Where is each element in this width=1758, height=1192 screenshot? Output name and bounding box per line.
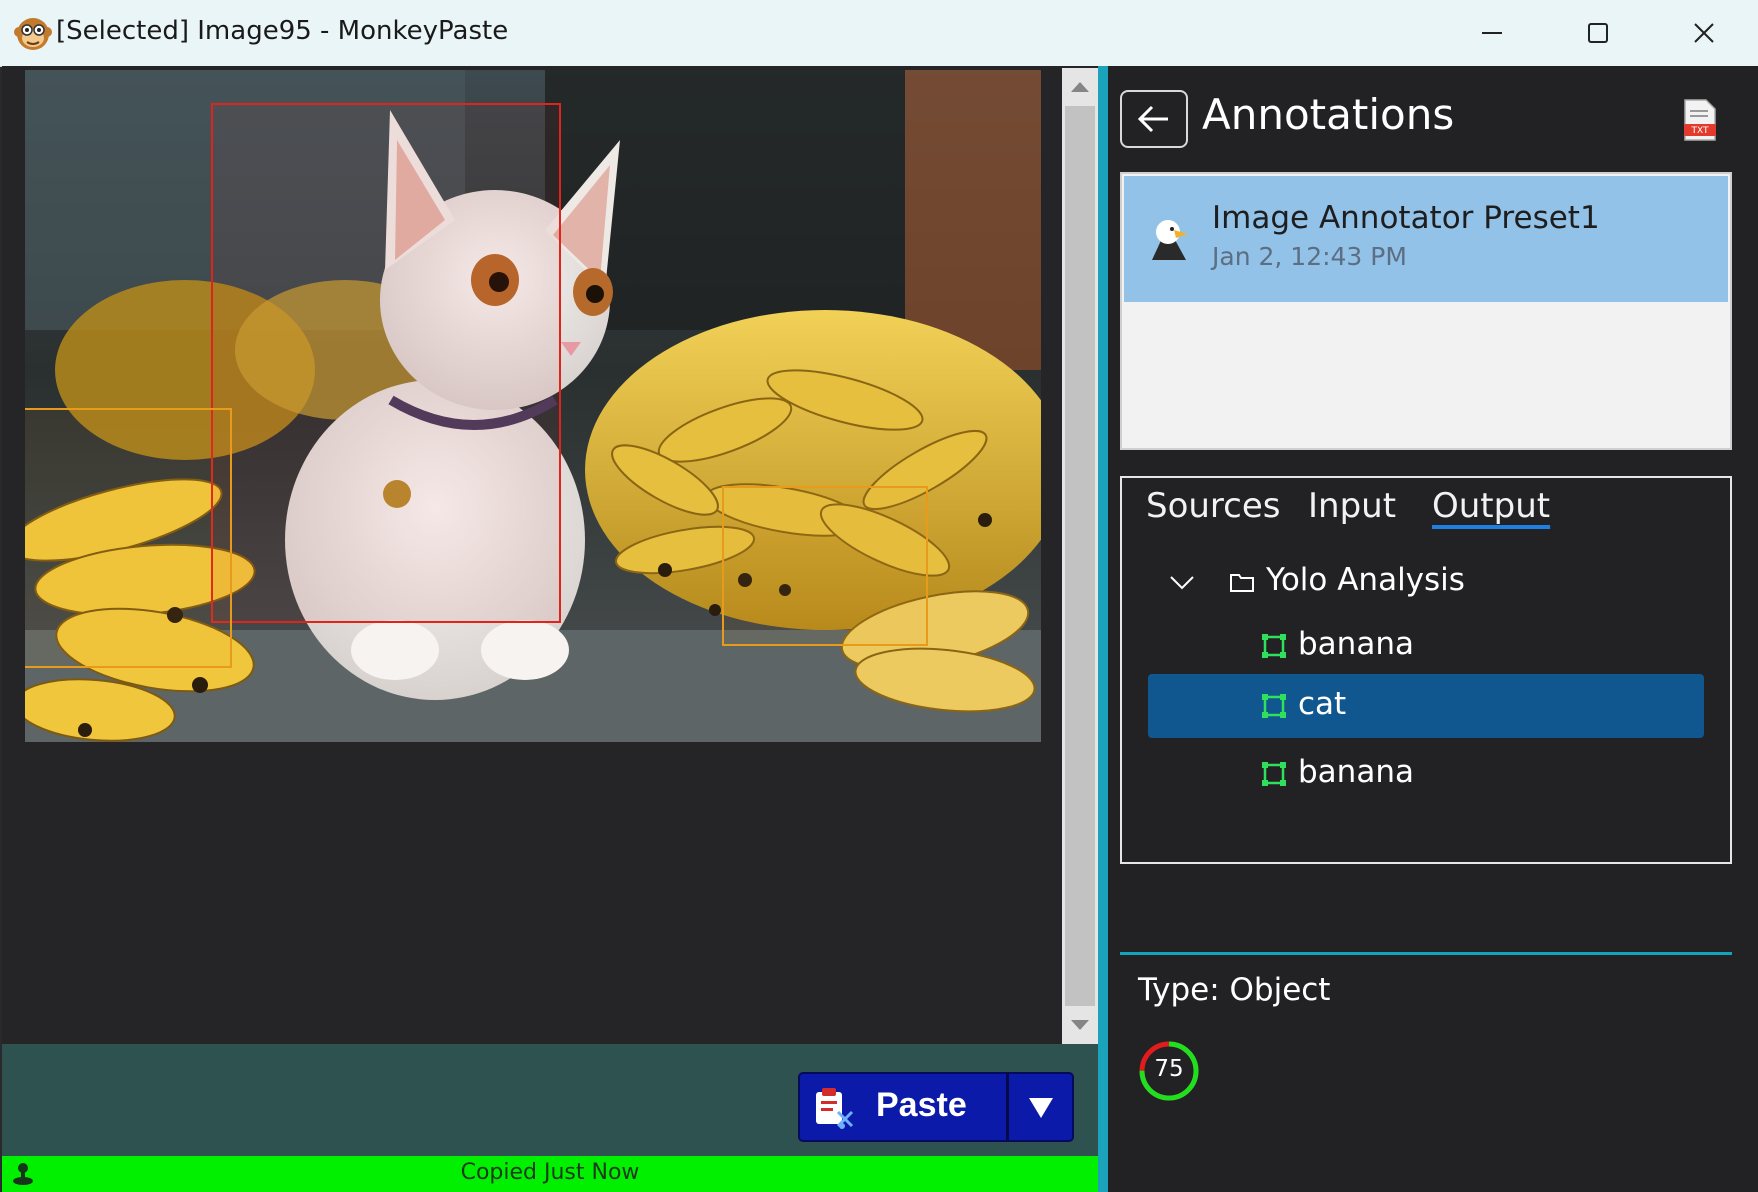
annotation-type: Type: Object bbox=[1138, 972, 1331, 1008]
minimize-icon bbox=[1482, 32, 1502, 34]
maximize-button[interactable] bbox=[1546, 0, 1650, 66]
scroll-down-icon[interactable] bbox=[1071, 1020, 1089, 1030]
paste-options-dropdown[interactable] bbox=[1009, 1074, 1072, 1140]
vertical-scrollbar[interactable] bbox=[1062, 68, 1098, 1044]
tab-sources[interactable]: Sources bbox=[1146, 486, 1281, 526]
pane-splitter[interactable] bbox=[1098, 66, 1108, 1192]
tree-item-banana[interactable]: banana bbox=[1148, 740, 1704, 810]
details-divider bbox=[1120, 952, 1732, 955]
monkey-face-icon bbox=[14, 18, 52, 50]
window-title: [Selected] Image95 - MonkeyPaste bbox=[56, 16, 509, 46]
annotations-pane: Annotations TXT Image Annotator Preset1 … bbox=[1108, 66, 1758, 1192]
tree-item-label: cat bbox=[1298, 686, 1347, 722]
paste-clipboard-icon bbox=[816, 1088, 854, 1129]
panel-title: Annotations bbox=[1202, 90, 1455, 139]
bounding-box-icon bbox=[1262, 762, 1286, 786]
triangle-down-icon bbox=[1029, 1098, 1053, 1118]
score-value: 75 bbox=[1154, 1056, 1184, 1082]
minimize-button[interactable] bbox=[1440, 0, 1544, 66]
detection-box-cat[interactable] bbox=[211, 103, 561, 623]
paste-label: Paste bbox=[876, 1086, 967, 1124]
preset-list: Image Annotator Preset1 Jan 2, 12:43 PM bbox=[1120, 172, 1732, 450]
chevron-down-icon[interactable] bbox=[1168, 568, 1196, 596]
svg-text:TXT: TXT bbox=[1690, 126, 1709, 136]
preset-date: Jan 2, 12:43 PM bbox=[1212, 242, 1407, 271]
folder-icon bbox=[1230, 574, 1254, 592]
bounding-box-icon bbox=[1262, 694, 1286, 718]
clip-content-pane bbox=[2, 66, 1098, 1044]
detection-box-banana[interactable] bbox=[25, 408, 232, 668]
paste-split-button[interactable]: Paste bbox=[798, 1072, 1074, 1142]
detection-box-banana[interactable] bbox=[722, 486, 928, 646]
tab-input[interactable]: Input bbox=[1308, 486, 1396, 526]
tree-item-label: banana bbox=[1298, 626, 1414, 662]
annotation-tree-panel: Sources Input Output Yolo Analysis banan… bbox=[1120, 476, 1732, 864]
tree-root-label: Yolo Analysis bbox=[1266, 562, 1465, 598]
arrow-left-icon bbox=[1137, 105, 1168, 133]
close-button[interactable] bbox=[1652, 0, 1756, 66]
tree-item-banana[interactable]: banana bbox=[1148, 612, 1704, 682]
tree-item-cat[interactable]: cat bbox=[1148, 674, 1704, 738]
preset-item[interactable]: Image Annotator Preset1 Jan 2, 12:43 PM bbox=[1124, 176, 1728, 302]
title-bar: [Selected] Image95 - MonkeyPaste bbox=[0, 0, 1758, 67]
bounding-box-icon bbox=[1262, 634, 1286, 658]
back-button[interactable] bbox=[1120, 90, 1188, 148]
paste-toolbar: Paste bbox=[2, 1044, 1098, 1156]
txt-file-icon[interactable]: TXT bbox=[1682, 98, 1718, 142]
preset-name: Image Annotator Preset1 bbox=[1212, 200, 1600, 236]
status-text: Copied Just Now bbox=[460, 1160, 640, 1185]
maximize-icon bbox=[1588, 23, 1608, 43]
tree-item-label: banana bbox=[1298, 754, 1414, 790]
eagle-icon bbox=[1152, 220, 1188, 260]
tree-root-yolo-analysis[interactable]: Yolo Analysis bbox=[1148, 548, 1704, 618]
clip-image[interactable] bbox=[25, 70, 1041, 742]
scrollbar-thumb[interactable] bbox=[1065, 106, 1095, 1006]
close-icon bbox=[1694, 23, 1714, 43]
paste-button[interactable]: Paste bbox=[800, 1074, 1006, 1140]
tab-output[interactable]: Output bbox=[1432, 486, 1550, 526]
scroll-up-icon[interactable] bbox=[1071, 82, 1089, 92]
status-bar: Copied Just Now bbox=[2, 1156, 1098, 1192]
